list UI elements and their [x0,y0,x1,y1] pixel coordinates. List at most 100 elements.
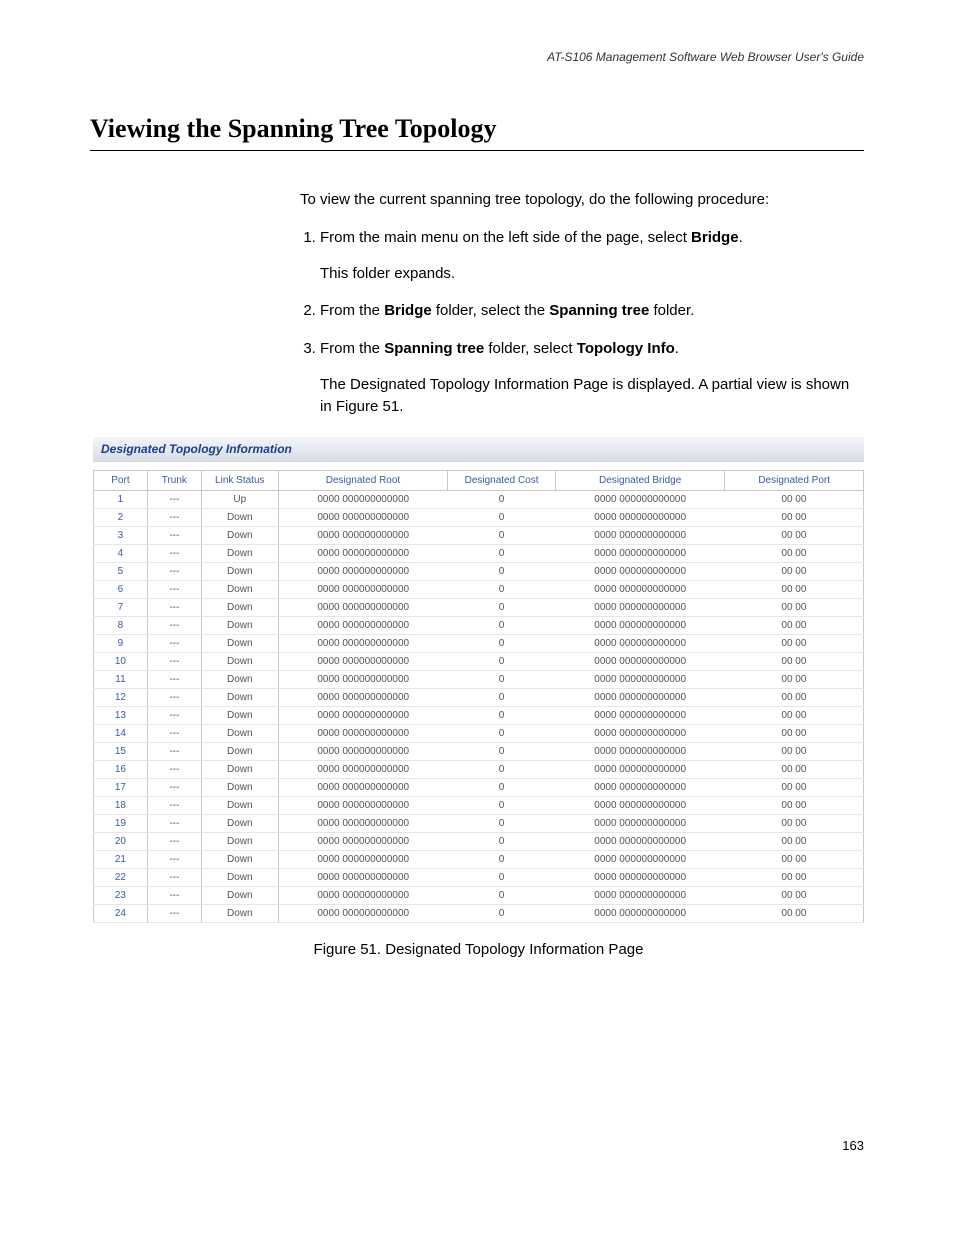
cell-link-status: Down [201,725,278,743]
cell-port: 9 [94,635,148,653]
step-1: From the main menu on the left side of t… [320,227,864,285]
step-3: From the Spanning tree folder, select To… [320,338,864,417]
step-2-text-c: folder, select the [432,302,550,319]
cell-designated-bridge: 0000 000000000000 [555,707,724,725]
topology-table: Port Trunk Link Status Designated Root D… [93,470,864,923]
step-2-text-a: From the [320,302,384,319]
cell-link-status: Down [201,527,278,545]
cell-designated-bridge: 0000 000000000000 [555,869,724,887]
cell-designated-root: 0000 000000000000 [278,527,447,545]
cell-designated-bridge: 0000 000000000000 [555,671,724,689]
col-port: Port [94,471,148,491]
cell-designated-bridge: 0000 000000000000 [555,545,724,563]
cell-link-status: Down [201,707,278,725]
cell-trunk: --- [147,491,201,509]
table-row: 14---Down0000 00000000000000000 00000000… [94,725,864,743]
cell-designated-bridge: 0000 000000000000 [555,833,724,851]
cell-designated-root: 0000 000000000000 [278,779,447,797]
cell-designated-bridge: 0000 000000000000 [555,887,724,905]
table-row: 12---Down0000 00000000000000000 00000000… [94,689,864,707]
cell-designated-cost: 0 [448,887,556,905]
cell-designated-port: 00 00 [725,833,864,851]
cell-designated-root: 0000 000000000000 [278,905,447,923]
cell-designated-bridge: 0000 000000000000 [555,797,724,815]
table-row: 7---Down0000 00000000000000000 000000000… [94,599,864,617]
table-row: 18---Down0000 00000000000000000 00000000… [94,797,864,815]
step-1-text-c: . [739,229,743,246]
step-3-result: The Designated Topology Information Page… [320,374,864,418]
cell-designated-port: 00 00 [725,599,864,617]
cell-designated-root: 0000 000000000000 [278,851,447,869]
step-2-bold-2: Spanning tree [549,302,649,319]
cell-port: 22 [94,869,148,887]
cell-designated-port: 00 00 [725,617,864,635]
cell-trunk: --- [147,617,201,635]
cell-trunk: --- [147,653,201,671]
cell-designated-cost: 0 [448,527,556,545]
cell-port: 12 [94,689,148,707]
cell-link-status: Down [201,797,278,815]
cell-designated-cost: 0 [448,491,556,509]
cell-designated-root: 0000 000000000000 [278,617,447,635]
cell-designated-port: 00 00 [725,527,864,545]
cell-designated-root: 0000 000000000000 [278,743,447,761]
cell-link-status: Down [201,509,278,527]
cell-link-status: Down [201,869,278,887]
table-header-row: Port Trunk Link Status Designated Root D… [94,471,864,491]
cell-port: 19 [94,815,148,833]
table-row: 19---Down0000 00000000000000000 00000000… [94,815,864,833]
cell-designated-port: 00 00 [725,545,864,563]
cell-designated-port: 00 00 [725,671,864,689]
cell-port: 1 [94,491,148,509]
table-row: 8---Down0000 00000000000000000 000000000… [94,617,864,635]
cell-port: 13 [94,707,148,725]
section-heading: Viewing the Spanning Tree Topology [90,114,864,144]
body-copy: To view the current spanning tree topolo… [300,189,864,417]
cell-designated-bridge: 0000 000000000000 [555,725,724,743]
cell-link-status: Down [201,887,278,905]
table-row: 5---Down0000 00000000000000000 000000000… [94,563,864,581]
document-page: AT-S106 Management Software Web Browser … [0,0,954,1203]
cell-designated-cost: 0 [448,815,556,833]
step-2: From the Bridge folder, select the Spann… [320,300,864,322]
cell-designated-root: 0000 000000000000 [278,833,447,851]
col-dport: Designated Port [725,471,864,491]
panel-title: Designated Topology Information [93,437,864,462]
cell-designated-bridge: 0000 000000000000 [555,635,724,653]
cell-link-status: Down [201,545,278,563]
cell-designated-port: 00 00 [725,635,864,653]
cell-designated-cost: 0 [448,599,556,617]
cell-port: 16 [94,761,148,779]
cell-designated-cost: 0 [448,671,556,689]
cell-port: 14 [94,725,148,743]
col-cost: Designated Cost [448,471,556,491]
cell-designated-bridge: 0000 000000000000 [555,761,724,779]
cell-designated-bridge: 0000 000000000000 [555,743,724,761]
procedure-list: From the main menu on the left side of t… [300,227,864,418]
cell-link-status: Down [201,671,278,689]
cell-trunk: --- [147,545,201,563]
heading-rule [90,150,864,151]
col-link: Link Status [201,471,278,491]
table-row: 16---Down0000 00000000000000000 00000000… [94,761,864,779]
cell-link-status: Down [201,635,278,653]
cell-trunk: --- [147,725,201,743]
cell-designated-port: 00 00 [725,581,864,599]
figure-caption: Figure 51. Designated Topology Informati… [93,941,864,958]
table-row: 15---Down0000 00000000000000000 00000000… [94,743,864,761]
cell-port: 10 [94,653,148,671]
cell-designated-root: 0000 000000000000 [278,707,447,725]
cell-designated-bridge: 0000 000000000000 [555,653,724,671]
step-3-text-c: folder, select [484,340,577,357]
cell-link-status: Down [201,779,278,797]
cell-designated-port: 00 00 [725,563,864,581]
table-row: 20---Down0000 00000000000000000 00000000… [94,833,864,851]
cell-designated-cost: 0 [448,905,556,923]
cell-designated-bridge: 0000 000000000000 [555,815,724,833]
cell-trunk: --- [147,905,201,923]
cell-link-status: Down [201,851,278,869]
cell-designated-cost: 0 [448,833,556,851]
cell-trunk: --- [147,779,201,797]
cell-trunk: --- [147,851,201,869]
cell-designated-port: 00 00 [725,509,864,527]
